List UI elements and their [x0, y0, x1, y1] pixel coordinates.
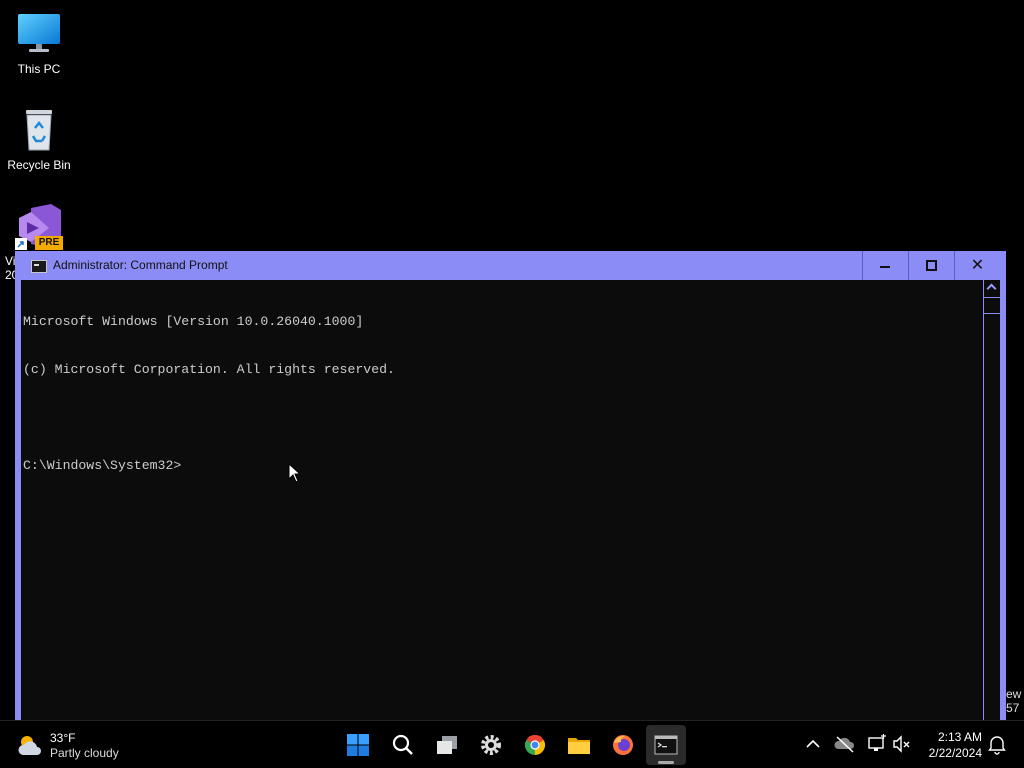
task-view-icon [437, 736, 457, 754]
network-icon[interactable] [866, 733, 888, 755]
console-output[interactable]: Microsoft Windows [Version 10.0.26040.10… [21, 280, 983, 720]
partly-cloudy-icon [16, 731, 44, 759]
shortcut-arrow-icon [15, 238, 27, 250]
desktop-icon-recycle-bin[interactable]: Recycle Bin [1, 106, 77, 172]
window-titlebar[interactable]: Administrator: Command Prompt ✕ [15, 251, 1006, 280]
folder-icon [568, 738, 590, 754]
vertical-scrollbar[interactable] [983, 280, 1000, 720]
desktop-icon-label: This PC [17, 62, 61, 76]
desktop: This PC Recycle Bin PRE Vi 20 ew 57 Admi… [0, 0, 1024, 720]
start-button[interactable] [338, 725, 378, 765]
chrome-icon [524, 734, 546, 756]
weather-condition: Partly cloudy [50, 746, 119, 760]
file-explorer-button[interactable] [559, 725, 599, 765]
active-indicator [658, 761, 674, 764]
onedrive-icon[interactable] [834, 733, 856, 755]
desktop-icon-label: Recycle Bin [7, 158, 71, 172]
command-prompt-window[interactable]: Administrator: Command Prompt ✕ Microsof… [15, 251, 1006, 720]
recycle-bin-icon [15, 106, 63, 154]
desktop-icon-this-pc[interactable]: This PC [1, 10, 77, 76]
search-button[interactable] [383, 725, 423, 765]
maximize-button[interactable] [908, 251, 953, 280]
clock-time: 2:13 AM [937, 730, 982, 744]
command-prompt-icon [31, 260, 47, 273]
firefox-icon [613, 735, 633, 755]
preview-badge: PRE [35, 236, 63, 250]
chrome-button[interactable] [515, 725, 555, 765]
gear-icon [481, 735, 501, 755]
window-title: Administrator: Command Prompt [53, 258, 228, 272]
search-icon [392, 734, 413, 755]
minimize-button[interactable] [862, 251, 907, 280]
scroll-up-arrow-icon[interactable] [984, 280, 1000, 298]
command-prompt-taskbar-button[interactable] [646, 725, 686, 765]
settings-button[interactable] [471, 725, 511, 765]
weather-temperature: 33°F [50, 731, 76, 745]
taskbar: 33°F Partly cloudy 2:13 AM 2/22/2024 [0, 720, 1024, 768]
notification-bell-icon[interactable] [986, 733, 1008, 755]
firefox-button[interactable] [603, 725, 643, 765]
console-line: Microsoft Windows [Version 10.0.26040.10… [23, 314, 364, 329]
show-hidden-icons-chevron-icon[interactable] [802, 733, 824, 755]
monitor-icon [15, 10, 63, 58]
partial-desktop-label: ew 57 [1006, 687, 1022, 715]
close-button[interactable]: ✕ [954, 251, 1000, 280]
clock[interactable]: 2:13 AM 2/22/2024 [918, 729, 982, 761]
console-line: (c) Microsoft Corporation. All rights re… [23, 362, 395, 377]
volume-muted-icon[interactable] [891, 733, 913, 755]
mouse-pointer-icon [288, 462, 302, 488]
terminal-icon [654, 735, 678, 755]
clock-date: 2/22/2024 [928, 746, 982, 760]
scroll-thumb[interactable] [984, 297, 1000, 314]
task-view-button[interactable] [427, 725, 467, 765]
visual-studio-icon: PRE [15, 202, 63, 250]
windows-logo-icon [347, 734, 369, 756]
weather-widget[interactable]: 33°F Partly cloudy [16, 729, 156, 763]
close-icon: ✕ [970, 255, 985, 274]
console-prompt[interactable]: C:\Windows\System32> [23, 458, 983, 474]
